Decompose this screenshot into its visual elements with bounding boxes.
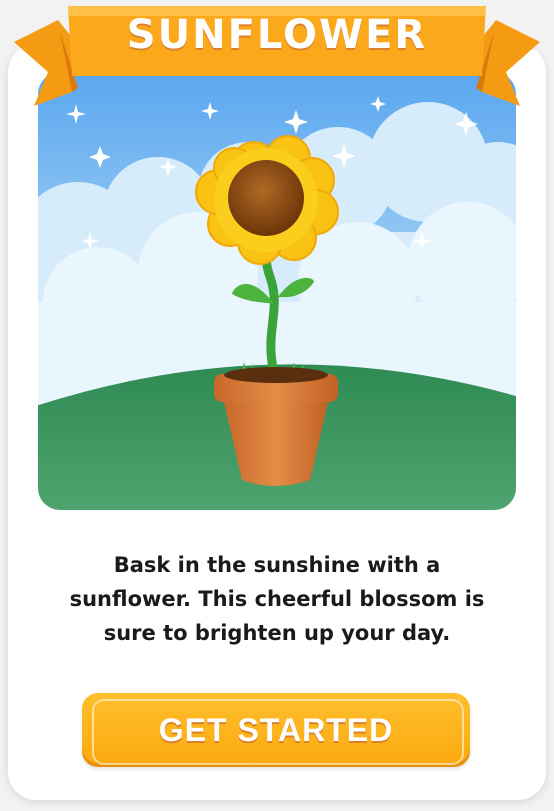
sunflower-scene — [38, 72, 516, 510]
get-started-button[interactable]: GET STARTED — [82, 693, 470, 767]
plant-description: Bask in the sunshine with a sunflower. T… — [69, 553, 485, 645]
get-started-label: GET STARTED — [158, 711, 394, 748]
page-title: SUNFLOWER — [126, 12, 428, 58]
